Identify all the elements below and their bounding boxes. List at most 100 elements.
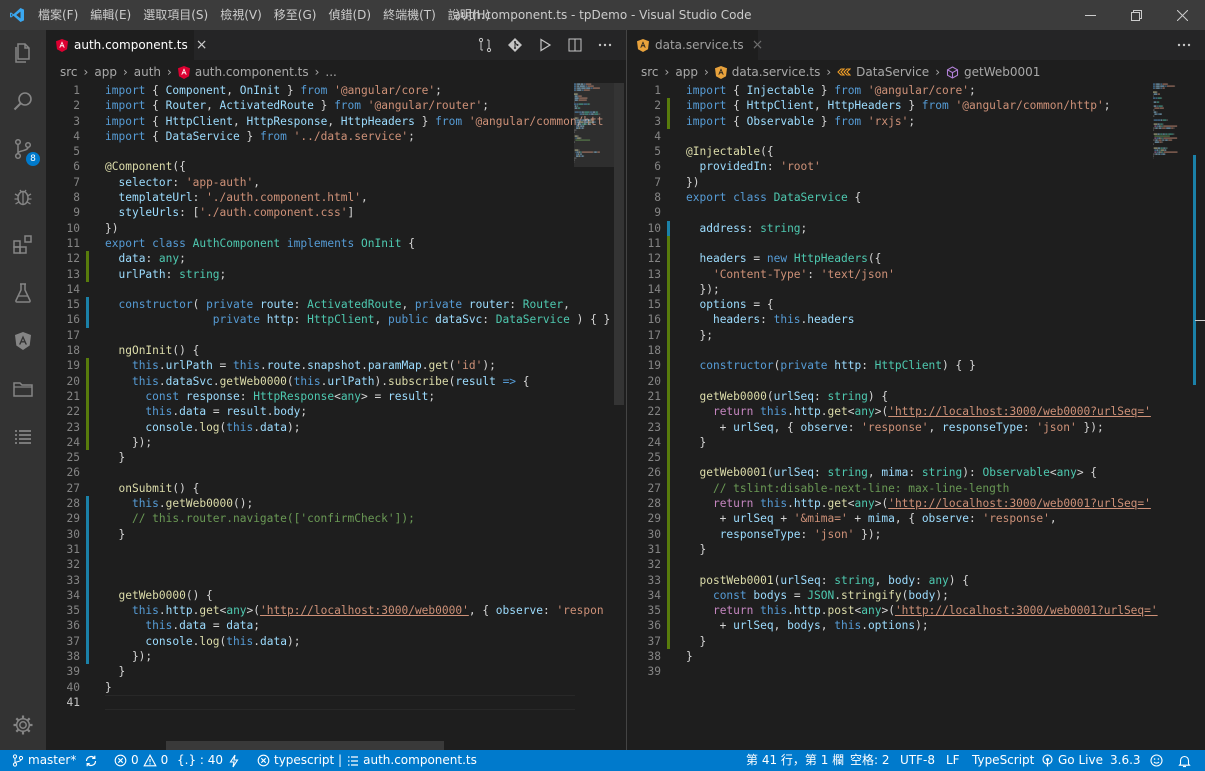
gutter-added-marker[interactable] xyxy=(667,434,670,451)
go-live-button[interactable]: Go Live xyxy=(1041,750,1103,771)
code-line[interactable]: 15 constructor( private route: Activated… xyxy=(46,297,574,313)
code-line[interactable]: 38 }); xyxy=(46,648,574,665)
typescript-service-status[interactable]: typescript | auth.component.ts xyxy=(257,750,477,771)
code-line[interactable]: 27 // tslint:disable-next-line: max-line… xyxy=(627,480,1153,497)
code-line[interactable]: 1 import { Injectable } from '@angular/co… xyxy=(627,83,1153,98)
eol-status[interactable]: LF xyxy=(946,750,960,771)
gutter-added-marker[interactable] xyxy=(667,235,670,252)
code-line[interactable]: 16 headers: this.headers xyxy=(627,312,1153,328)
menu-terminal[interactable]: 終端機(T) xyxy=(379,0,440,30)
code-line[interactable]: 16 private http: HttpClient, public data… xyxy=(46,312,610,328)
code-line[interactable]: 31 } xyxy=(627,541,1153,558)
code-line[interactable]: 6 providedIn: 'root' xyxy=(627,159,1153,174)
code-line[interactable]: 25 xyxy=(627,450,1153,466)
gutter-added-marker[interactable] xyxy=(667,266,670,282)
code-line[interactable]: 32 xyxy=(627,557,1153,573)
code-line[interactable]: 34 getWeb0000() { xyxy=(46,587,574,604)
code-line[interactable]: 28 return this.http.get<any>('http://loc… xyxy=(627,496,1153,512)
code-line[interactable]: 22 return this.http.get<any>('http://loc… xyxy=(627,404,1153,420)
encoding-status[interactable]: UTF-8 xyxy=(900,750,935,771)
typescript-version-status[interactable]: 3.6.3 xyxy=(1110,750,1141,771)
menu-file[interactable]: 檔案(F) xyxy=(34,0,82,30)
code-line[interactable]: 34 const bodys = JSON.stringify(body); xyxy=(627,587,1153,604)
compare-button[interactable] xyxy=(470,30,500,60)
code-line[interactable]: 37 } xyxy=(627,633,1153,649)
code-line[interactable]: 1 import { Component, OnInit } from '@ang… xyxy=(46,83,574,98)
code-line[interactable]: 38} xyxy=(627,649,1153,664)
gutter-added-marker[interactable] xyxy=(667,465,670,481)
code-line[interactable]: 7}) xyxy=(627,175,1153,190)
code-line[interactable]: 28 this.getWeb0000(); xyxy=(46,496,574,512)
gutter-modified-marker[interactable] xyxy=(86,297,89,313)
close-window-button[interactable] xyxy=(1159,0,1205,30)
explorer-button[interactable] xyxy=(0,30,46,76)
code-line[interactable]: 21 const response: HttpResponse<any> = r… xyxy=(46,388,574,405)
code-line[interactable]: 19 this.urlPath = this.route.snapshot.pa… xyxy=(46,358,574,374)
horizontal-scrollbar-left[interactable] xyxy=(166,741,444,750)
code-line[interactable]: 17 xyxy=(46,328,574,343)
code-line[interactable]: 7 selector: 'app-auth', xyxy=(46,175,574,190)
gutter-added-marker[interactable] xyxy=(667,633,670,649)
code-line[interactable]: 12 headers = new HttpHeaders({ xyxy=(627,251,1153,267)
code-line[interactable]: 13 urlPath: string; xyxy=(46,266,574,282)
notifications-button[interactable] xyxy=(1178,750,1195,771)
code-line[interactable]: 33 xyxy=(46,572,574,588)
gutter-modified-marker[interactable] xyxy=(86,572,89,588)
menu-go[interactable]: 移至(G) xyxy=(270,0,321,30)
code-editor-left[interactable]: 1 import { Component, OnInit } from '@ang… xyxy=(46,83,610,711)
code-line[interactable]: 26 getWeb0001(urlSeq: string, mima: stri… xyxy=(627,465,1153,481)
gutter-added-marker[interactable] xyxy=(667,297,670,313)
code-line[interactable]: 23 console.log(this.data); xyxy=(46,419,574,435)
menu-view[interactable]: 檢視(V) xyxy=(216,0,266,30)
code-line[interactable]: 14 xyxy=(46,282,574,297)
gutter-added-marker[interactable] xyxy=(86,404,89,420)
code-line[interactable]: 10}) xyxy=(46,221,574,236)
code-line[interactable]: 17 }; xyxy=(627,327,1153,344)
gutter-added-marker[interactable] xyxy=(667,327,670,344)
language-mode-status[interactable]: TypeScript xyxy=(972,750,1034,771)
code-line[interactable]: 29 + urlSeq + '&mima=' + mima, { observe… xyxy=(627,511,1153,527)
search-button[interactable] xyxy=(0,78,46,124)
breadcrumb-more[interactable]: ... xyxy=(325,65,336,79)
code-line[interactable]: 30 responseType: 'json' }); xyxy=(627,526,1153,542)
menu-edit[interactable]: 編輯(E) xyxy=(86,0,135,30)
minimap-right[interactable] xyxy=(1153,83,1193,203)
menu-help[interactable]: 說明(H) xyxy=(444,0,494,30)
breadcrumb-src[interactable]: src xyxy=(641,65,659,79)
code-line[interactable]: 39 } xyxy=(46,664,574,679)
gutter-added-marker[interactable] xyxy=(86,388,89,405)
cursor-position-status[interactable]: 第 41 行，第 1 欄 xyxy=(746,750,844,771)
gutter-modified-marker[interactable] xyxy=(667,220,670,236)
extensions-button[interactable] xyxy=(0,222,46,268)
code-line[interactable]: 19 constructor(private http: HttpClient)… xyxy=(627,358,1153,374)
code-line[interactable]: 11 export class AuthComponent implements … xyxy=(46,236,574,251)
more-actions-button[interactable] xyxy=(590,30,620,60)
code-line[interactable]: 36 this.data = data; xyxy=(46,618,574,634)
code-line[interactable]: 25 } xyxy=(46,450,574,465)
code-line[interactable]: 21 getWeb0000(urlSeq: string) { xyxy=(627,388,1153,405)
gutter-added-marker[interactable] xyxy=(86,266,89,282)
gutter-added-marker[interactable] xyxy=(667,343,670,359)
tab-data-service[interactable]: data.service.ts × xyxy=(627,30,763,60)
gutter-added-marker[interactable] xyxy=(667,312,670,328)
code-line[interactable]: 35 return this.http.post<any>('http://lo… xyxy=(627,603,1158,619)
manage-button[interactable] xyxy=(0,702,46,748)
gutter-modified-marker[interactable] xyxy=(86,648,89,665)
code-line[interactable]: 5 xyxy=(46,144,574,159)
gutter-modified-marker[interactable] xyxy=(86,511,89,527)
code-line[interactable]: 18 xyxy=(627,343,1153,359)
gutter-added-marker[interactable] xyxy=(667,618,670,634)
code-line[interactable]: 3 import { Observable } from 'rxjs'; xyxy=(627,113,1153,129)
code-line[interactable]: 12 data: any; xyxy=(46,251,574,267)
breadcrumb-class[interactable]: DataService xyxy=(837,65,929,79)
tab-close-button[interactable]: × xyxy=(196,37,208,53)
minimap-left[interactable] xyxy=(574,83,614,203)
code-line[interactable]: 11 xyxy=(627,235,1153,252)
git-action-button[interactable] xyxy=(500,30,530,60)
code-line[interactable]: 20 this.dataSvc.getWeb0000(this.urlPath)… xyxy=(46,373,574,389)
test-button[interactable] xyxy=(0,270,46,316)
gutter-added-marker[interactable] xyxy=(86,373,89,389)
gutter-added-marker[interactable] xyxy=(667,450,670,466)
indentation-status[interactable]: 空格: 2 xyxy=(850,750,890,771)
gutter-added-marker[interactable] xyxy=(667,404,670,420)
